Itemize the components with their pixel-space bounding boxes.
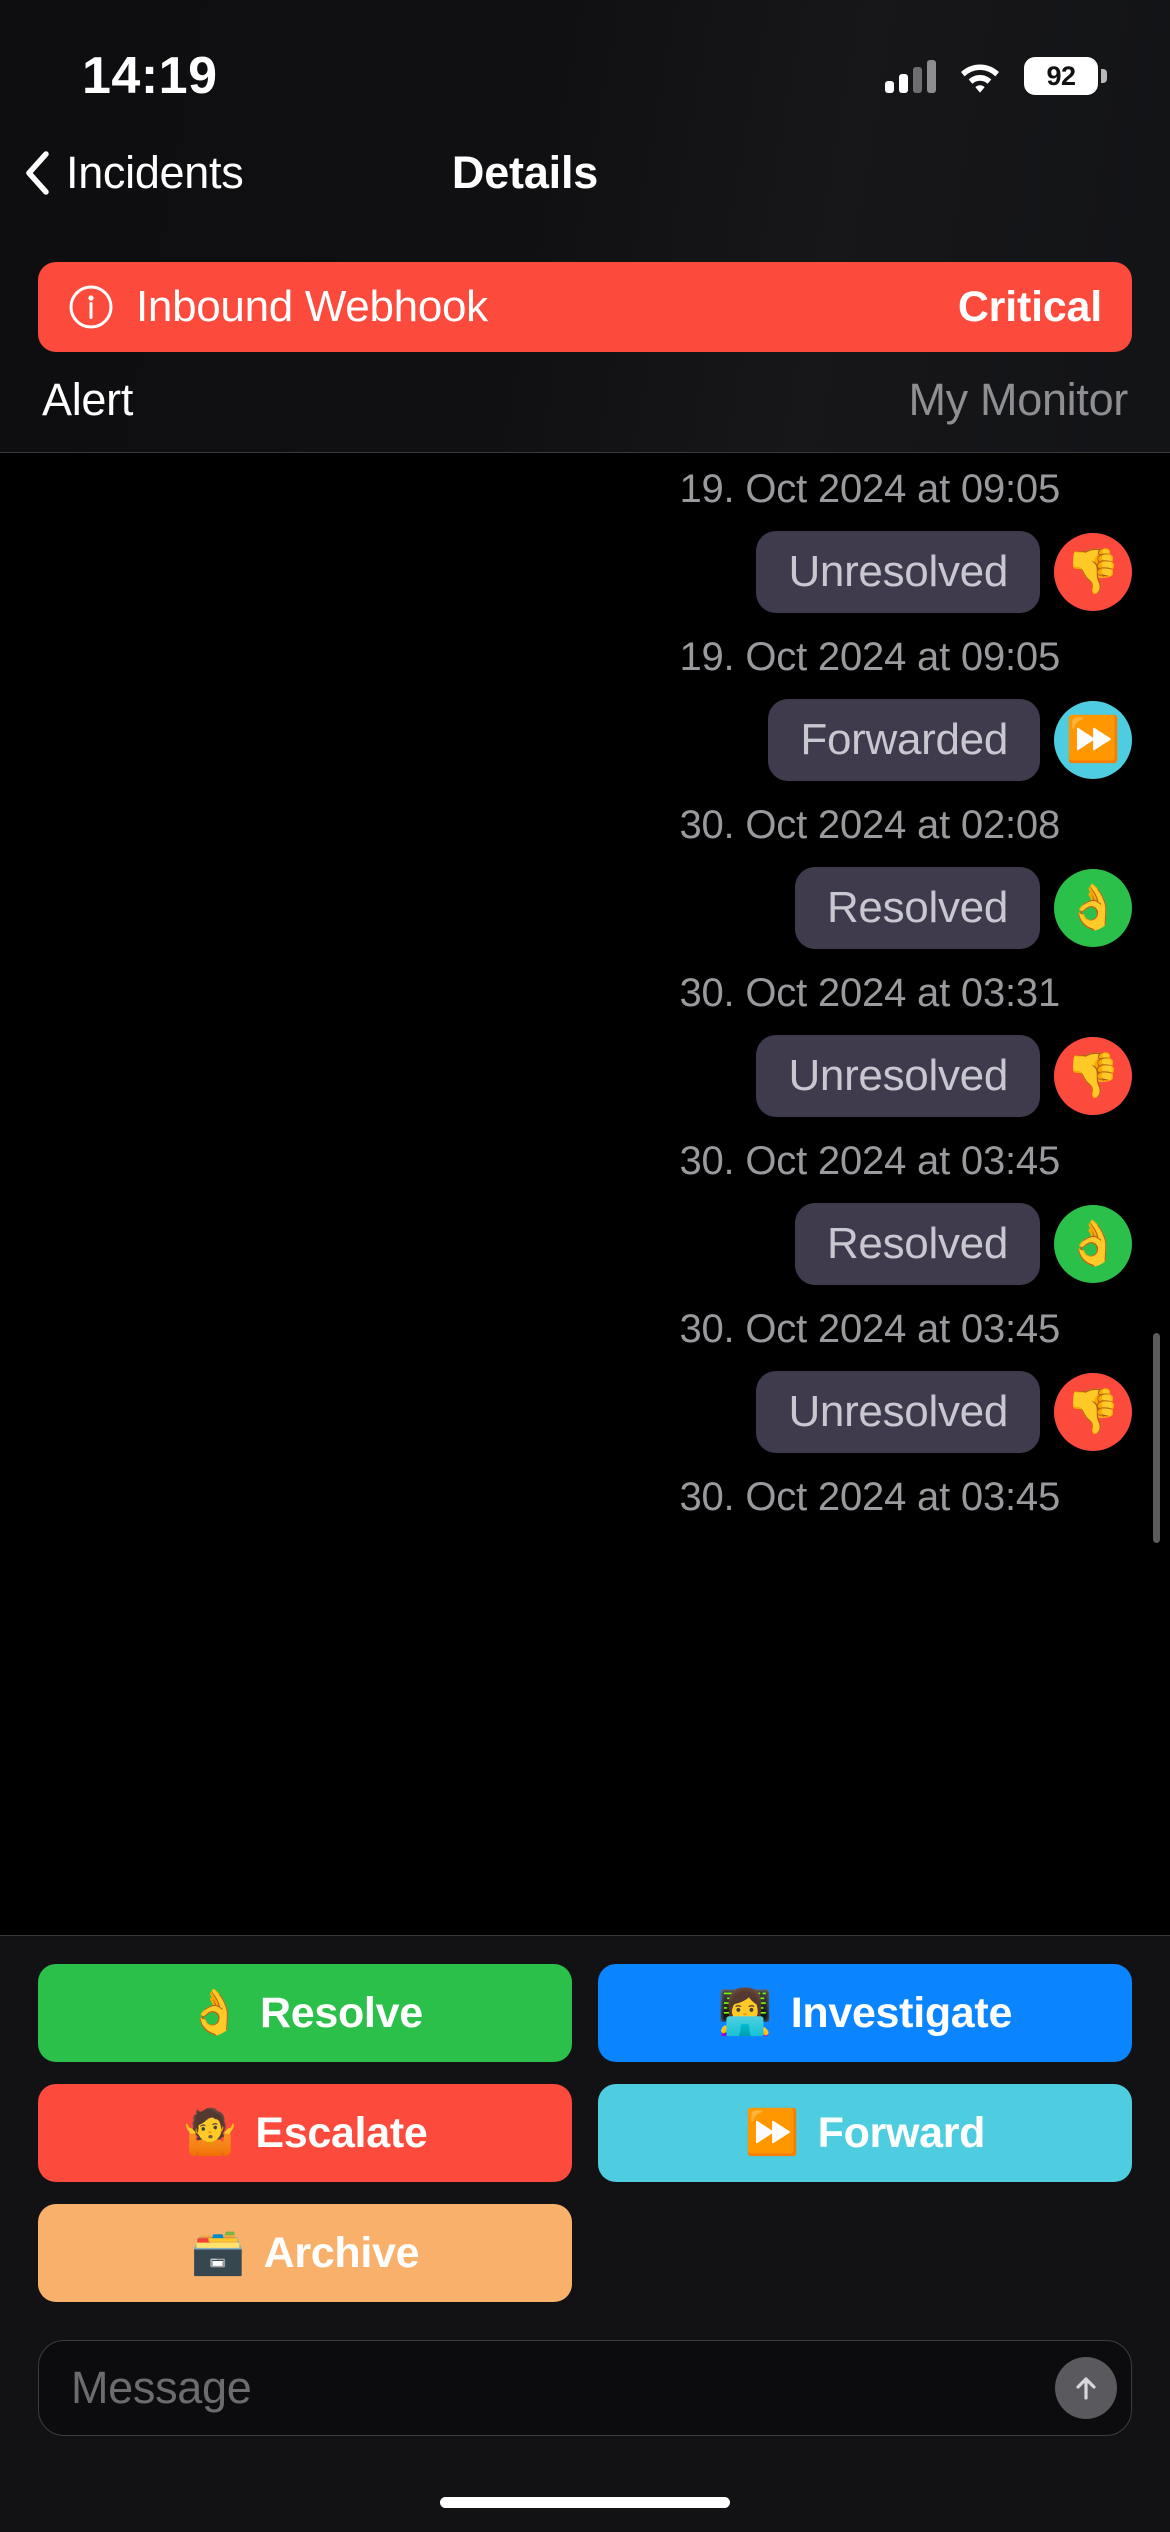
status-bar: 14:19 92 — [0, 0, 1170, 118]
fast-forward-icon: ⏩ — [744, 2107, 800, 2158]
timeline-status-bubble[interactable]: Unresolved — [756, 531, 1040, 613]
monitor-name-label: My Monitor — [908, 374, 1128, 425]
archive-button[interactable]: 🗃️ Archive — [38, 2204, 572, 2302]
phone-screen: 14:19 92 Incidents Details Inbound Webho… — [0, 0, 1170, 2532]
thumbs-down-icon: 👎 — [1054, 1373, 1132, 1451]
resolve-button[interactable]: 👌 Resolve — [38, 1964, 572, 2062]
timeline-status-bubble[interactable]: Unresolved — [756, 1035, 1040, 1117]
timeline-timestamp: 19. Oct 2024 at 09:05 — [679, 467, 1060, 511]
cellular-bars-icon — [885, 59, 936, 93]
timeline-timestamp: 30. Oct 2024 at 03:45 — [679, 1307, 1060, 1351]
timeline-timestamp: 19. Oct 2024 at 09:05 — [679, 635, 1060, 679]
alert-banner[interactable]: Inbound Webhook Critical — [38, 262, 1132, 352]
ok-hand-icon: 👌 — [1054, 869, 1132, 947]
arrow-up-icon — [1076, 2377, 1096, 2400]
timeline-entry[interactable]: Forwarded ⏩ — [768, 691, 1132, 789]
back-button-label: Incidents — [66, 147, 244, 198]
action-button-grid: 👌 Resolve 👩‍💻 Investigate 🤷 Escalate ⏩ Forward 🗃… — [38, 1964, 1132, 2302]
info-circle-icon — [68, 284, 114, 330]
action-panel: 👌 Resolve 👩‍💻 Investigate 🤷 Escalate ⏩ Forward 🗃… — [0, 1936, 1170, 2436]
status-badge: Critical — [957, 282, 1102, 331]
header-zone: 14:19 92 Incidents Details Inbound Webho… — [0, 0, 1170, 453]
action-button-label: Resolve — [259, 1988, 423, 2037]
timeline-entry[interactable]: Resolved 👌 — [794, 1195, 1132, 1293]
action-button-label: Forward — [817, 2108, 986, 2157]
alert-banner-wrap: Inbound Webhook Critical — [0, 228, 1170, 352]
thumbs-down-icon: 👎 — [1054, 1037, 1132, 1115]
home-indicator — [440, 2497, 730, 2508]
woman-technologist-icon: 👩‍💻 — [717, 1987, 773, 2038]
chevron-left-icon — [24, 151, 50, 195]
timeline-status-bubble[interactable]: Resolved — [794, 867, 1040, 949]
card-file-box-icon: 🗃️ — [190, 2227, 246, 2278]
battery-icon: 92 — [1024, 57, 1107, 95]
ok-hand-icon: 👌 — [1054, 1205, 1132, 1283]
action-button-label: Investigate — [790, 1988, 1013, 2037]
message-input[interactable]: Message — [71, 2362, 1055, 2414]
action-button-label: Escalate — [255, 2108, 428, 2157]
thumbs-down-icon: 👎 — [1054, 533, 1132, 611]
timeline-status-bubble[interactable]: Unresolved — [756, 1371, 1040, 1453]
timeline-entry[interactable]: Unresolved 👎 — [756, 1027, 1132, 1125]
investigate-button[interactable]: 👩‍💻 Investigate — [598, 1964, 1132, 2062]
timeline-timestamp: 30. Oct 2024 at 03:45 — [679, 1139, 1060, 1183]
back-button[interactable]: Incidents — [0, 147, 244, 199]
timeline-scroll-area[interactable]: 19. Oct 2024 at 09:05 Unresolved 👎 19. Oct … — [0, 453, 1170, 1935]
home-indicator-zone — [0, 2436, 1170, 2532]
alert-meta-row: Alert My Monitor — [0, 352, 1170, 452]
timeline-timestamp: 30. Oct 2024 at 03:31 — [679, 971, 1060, 1015]
timeline-list: 19. Oct 2024 at 09:05 Unresolved 👎 19. Oct … — [0, 453, 1132, 1531]
status-bar-indicators: 92 — [885, 57, 1107, 95]
wifi-icon — [958, 59, 1002, 93]
ok-hand-icon: 👌 — [187, 1987, 242, 2038]
fast-forward-icon: ⏩ — [1054, 701, 1132, 779]
shrug-icon: 🤷 — [182, 2107, 238, 2158]
timeline-entry[interactable]: Resolved 👌 — [794, 859, 1132, 957]
timeline-status-bubble[interactable]: Resolved — [794, 1203, 1040, 1285]
battery-level: 92 — [1046, 60, 1076, 91]
forward-button[interactable]: ⏩ Forward — [598, 2084, 1132, 2182]
timeline-entry[interactable]: Unresolved 👎 — [756, 523, 1132, 621]
timeline-entry[interactable]: Unresolved 👎 — [756, 1363, 1132, 1461]
action-button-label: Archive — [263, 2228, 420, 2277]
navigation-bar: Incidents Details — [0, 118, 1170, 228]
scrollbar-thumb[interactable] — [1153, 1333, 1160, 1543]
message-composer[interactable]: Message — [38, 2340, 1132, 2436]
send-button[interactable] — [1055, 2357, 1117, 2419]
timeline-timestamp: 30. Oct 2024 at 03:45 — [679, 1475, 1060, 1519]
alert-type-label: Alert — [42, 374, 134, 425]
status-bar-clock: 14:19 — [82, 47, 218, 105]
alert-banner-title: Inbound Webhook — [136, 282, 488, 331]
timeline-status-bubble[interactable]: Forwarded — [768, 699, 1040, 781]
timeline-timestamp: 30. Oct 2024 at 02:08 — [679, 803, 1060, 847]
escalate-button[interactable]: 🤷 Escalate — [38, 2084, 572, 2182]
